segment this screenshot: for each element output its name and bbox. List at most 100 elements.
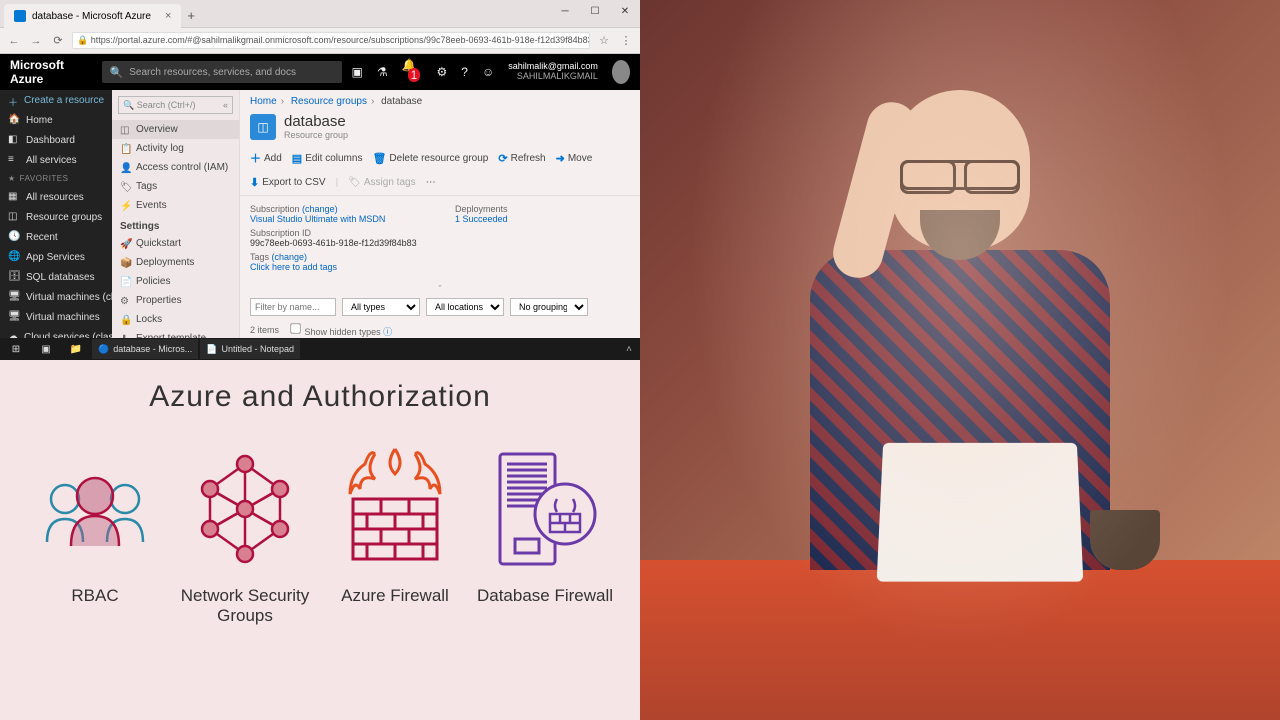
cmd-add[interactable]: ＋Add xyxy=(250,150,282,166)
nav-vm-classic[interactable]: 🖥Virtual machines (classic) xyxy=(0,287,112,307)
change-subscription-link[interactable]: (change) xyxy=(302,204,338,214)
cmd-refresh[interactable]: ⟳Refresh xyxy=(498,152,545,165)
azure-header: Microsoft Azure 🔍 Search resources, serv… xyxy=(0,54,640,90)
filter-types[interactable]: All types xyxy=(342,298,420,316)
crumb-rg[interactable]: Resource groups xyxy=(291,96,367,107)
blade-tags[interactable]: 🏷Tags xyxy=(112,177,239,196)
bookmark-icon[interactable]: ☆ xyxy=(596,34,612,47)
blade-deployments[interactable]: 📦Deployments xyxy=(112,253,239,272)
forward-button[interactable]: → xyxy=(28,35,44,47)
blade-settings-header: Settings xyxy=(112,215,239,234)
back-button[interactable]: ← xyxy=(6,35,22,47)
page-subtitle: Resource group xyxy=(284,130,348,140)
nav-vm[interactable]: 🖥Virtual machines xyxy=(0,307,112,327)
start-button[interactable]: ⊞ xyxy=(2,339,30,359)
task-view-icon[interactable]: ▣ xyxy=(32,339,60,359)
network-icon xyxy=(185,449,305,569)
crumb-home[interactable]: Home xyxy=(250,96,277,107)
blade-events[interactable]: ⚡Events xyxy=(112,196,239,215)
window-minimize-icon[interactable]: ─ xyxy=(550,0,580,22)
azure-logo[interactable]: Microsoft Azure xyxy=(10,58,92,86)
settings-icon[interactable]: ⚙ xyxy=(437,65,448,79)
url-input[interactable]: 🔒 https://portal.azure.com/#@sahilmalikg… xyxy=(72,32,590,49)
cmd-delete[interactable]: 🗑Delete resource group xyxy=(372,152,488,165)
add-tags-link[interactable]: Click here to add tags xyxy=(250,262,425,272)
subscription-id: 99c78eeb-0693-461b-918e-f12d39f84b83 xyxy=(250,238,425,248)
cmd-assign-tags[interactable]: 🏷Assign tags xyxy=(348,177,415,188)
show-hidden-toggle[interactable]: Show hidden types ⓘ xyxy=(289,322,392,338)
command-bar: ＋Add ▤Edit columns 🗑Delete resource grou… xyxy=(240,144,640,196)
azure-favicon xyxy=(14,10,26,22)
file-explorer-icon[interactable]: 📁 xyxy=(62,339,90,359)
cmd-edit-columns[interactable]: ▤Edit columns xyxy=(292,152,363,165)
user-account[interactable]: sahilmalik@gmail.com SAHILMALIKGMAIL xyxy=(508,62,598,82)
new-tab-button[interactable]: + xyxy=(187,8,195,27)
taskbar-notepad[interactable]: 📄Untitled - Notepad xyxy=(200,339,300,359)
filter-icon[interactable]: ⚗ xyxy=(377,65,388,79)
nav-dashboard[interactable]: ◧Dashboard xyxy=(0,130,112,150)
filter-locations[interactable]: All locations xyxy=(426,298,504,316)
blade-access-control[interactable]: 👤Access control (IAM) xyxy=(112,158,239,177)
subscription-link[interactable]: Visual Studio Ultimate with MSDN xyxy=(250,214,425,224)
blade-quickstart[interactable]: 🚀Quickstart xyxy=(112,234,239,253)
nav-all-services[interactable]: ≡All services xyxy=(0,150,112,170)
breadcrumb: Home› Resource groups› database xyxy=(240,90,640,113)
windows-taskbar: ⊞ ▣ 📁 🔵database - Micros... 📄Untitled - … xyxy=(0,338,640,360)
cloud-shell-icon[interactable]: ▣ xyxy=(352,65,363,79)
help-icon[interactable]: ? xyxy=(461,65,468,79)
resource-group-icon: ◫ xyxy=(250,114,276,140)
change-tags-link[interactable]: (change) xyxy=(272,252,308,262)
nav-create-resource[interactable]: ＋Create a resource xyxy=(0,90,112,110)
feedback-icon[interactable]: ☺ xyxy=(482,65,494,79)
presentation-slide: Azure and Authorization RBAC xyxy=(0,360,640,720)
search-icon: 🔍 xyxy=(110,66,124,79)
crumb-current: database xyxy=(381,96,422,107)
nav-all-resources[interactable]: ▦All resources xyxy=(0,187,112,207)
blade-overview[interactable]: ◫Overview xyxy=(112,120,239,139)
filter-name-input[interactable] xyxy=(250,298,336,316)
slide-item-db-firewall: Database Firewall xyxy=(475,444,615,626)
browser-tab-strip: database - Microsoft Azure × + ─ ☐ ✕ xyxy=(0,0,640,28)
db-firewall-icon xyxy=(485,444,605,574)
cmd-move[interactable]: ➜Move xyxy=(556,152,593,165)
essentials: Subscription (change) Visual Studio Ulti… xyxy=(240,196,640,284)
window-close-icon[interactable]: ✕ xyxy=(610,0,640,22)
nav-home[interactable]: 🏠Home xyxy=(0,110,112,130)
blade-locks[interactable]: 🔒Locks xyxy=(112,310,239,329)
notifications-icon[interactable]: 🔔1 xyxy=(402,58,423,86)
slide-item-azure-firewall: Azure Firewall xyxy=(325,444,465,626)
browser-tab[interactable]: database - Microsoft Azure × xyxy=(4,4,181,28)
nav-app-services[interactable]: 🌐App Services xyxy=(0,247,112,267)
tab-title: database - Microsoft Azure xyxy=(32,11,151,22)
nav-resource-groups[interactable]: ◫Resource groups xyxy=(0,207,112,227)
taskbar-chrome[interactable]: 🔵database - Micros... xyxy=(92,339,198,359)
browser-url-row: ← → ⟳ 🔒 https://portal.azure.com/#@sahil… xyxy=(0,28,640,54)
blade-properties[interactable]: ⚙Properties xyxy=(112,291,239,310)
filter-row: All types All locations No grouping xyxy=(240,294,640,320)
reload-button[interactable]: ⟳ xyxy=(50,34,66,47)
blade-search[interactable]: 🔍 Search (Ctrl+/)« xyxy=(118,96,233,114)
avatar[interactable] xyxy=(612,60,630,84)
tab-close-icon[interactable]: × xyxy=(165,10,171,22)
item-count: 2 items xyxy=(250,325,279,335)
slide-title: Azure and Authorization xyxy=(0,380,640,414)
slide-item-nsg: Network Security Groups xyxy=(175,444,315,626)
nav-sql-databases[interactable]: 🗄SQL databases xyxy=(0,267,112,287)
deployments-link[interactable]: 1 Succeeded xyxy=(455,214,630,224)
rbac-icon xyxy=(35,464,155,554)
global-search[interactable]: 🔍 Search resources, services, and docs xyxy=(102,61,342,83)
browser-menu-icon[interactable]: ⋮ xyxy=(618,34,634,47)
nav-favorites-header: ★FAVORITES xyxy=(0,170,112,187)
filter-grouping[interactable]: No grouping xyxy=(510,298,588,316)
nav-recent[interactable]: 🕓Recent xyxy=(0,227,112,247)
blade-policies[interactable]: 📄Policies xyxy=(112,272,239,291)
firewall-icon xyxy=(335,444,455,574)
presenter-photo xyxy=(640,0,1280,720)
cmd-more[interactable]: ⋯ xyxy=(426,177,436,188)
slide-item-rbac: RBAC xyxy=(25,444,165,626)
blade-activity-log[interactable]: 📋Activity log xyxy=(112,139,239,158)
page-title: database xyxy=(284,113,348,130)
tray-expand-icon[interactable]: ˄ xyxy=(620,344,638,355)
window-maximize-icon[interactable]: ☐ xyxy=(580,0,610,22)
cmd-export[interactable]: ⬇Export to CSV xyxy=(250,176,326,189)
